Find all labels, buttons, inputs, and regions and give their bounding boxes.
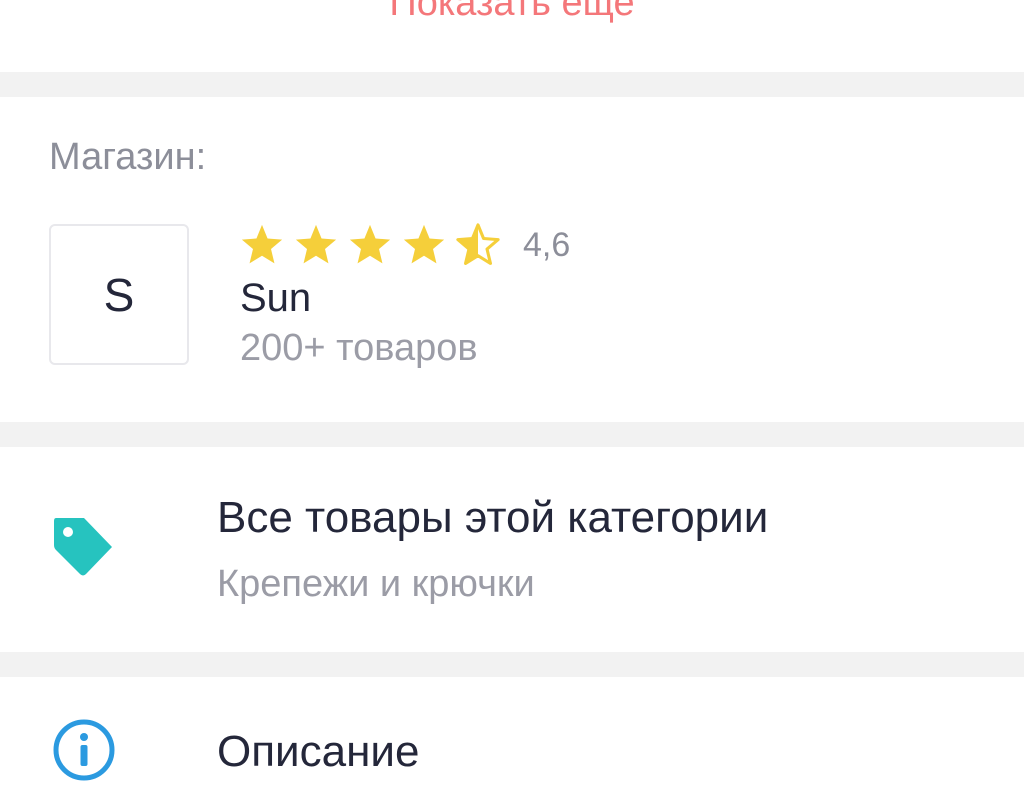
shop-rating-value: 4,6 [523, 226, 571, 264]
section-divider [0, 72, 1024, 97]
section-divider [0, 422, 1024, 447]
tag-icon [54, 518, 112, 576]
category-link-subtitle: Крепежи и крючки [217, 563, 535, 605]
shop-logo-letter: S [103, 268, 135, 321]
description-link[interactable]: Описание [0, 677, 1024, 802]
section-divider [0, 652, 1024, 677]
shop-section-label: Магазин: [49, 136, 207, 178]
star-full-icon [241, 224, 283, 264]
product-page: Показать еще Магазин: S 4,6 Sun 200+ тов… [0, 0, 1024, 802]
star-half-icon [456, 223, 500, 265]
category-link-title: Все товары этой категории [217, 493, 769, 542]
star-full-icon [349, 224, 391, 264]
show-more-button[interactable]: Показать еще [0, 0, 1024, 28]
all-category-products-link[interactable]: Все товары этой категории Крепежи и крюч… [0, 447, 1024, 652]
shop-logo[interactable]: S [49, 224, 189, 365]
info-icon [53, 719, 115, 781]
shop-product-count: 200+ товаров [240, 327, 478, 369]
shop-name-link[interactable]: Sun [240, 276, 311, 321]
shop-rating-stars [239, 222, 509, 268]
description-link-title: Описание [217, 727, 420, 776]
star-full-icon [295, 224, 337, 264]
star-full-icon [403, 224, 445, 264]
